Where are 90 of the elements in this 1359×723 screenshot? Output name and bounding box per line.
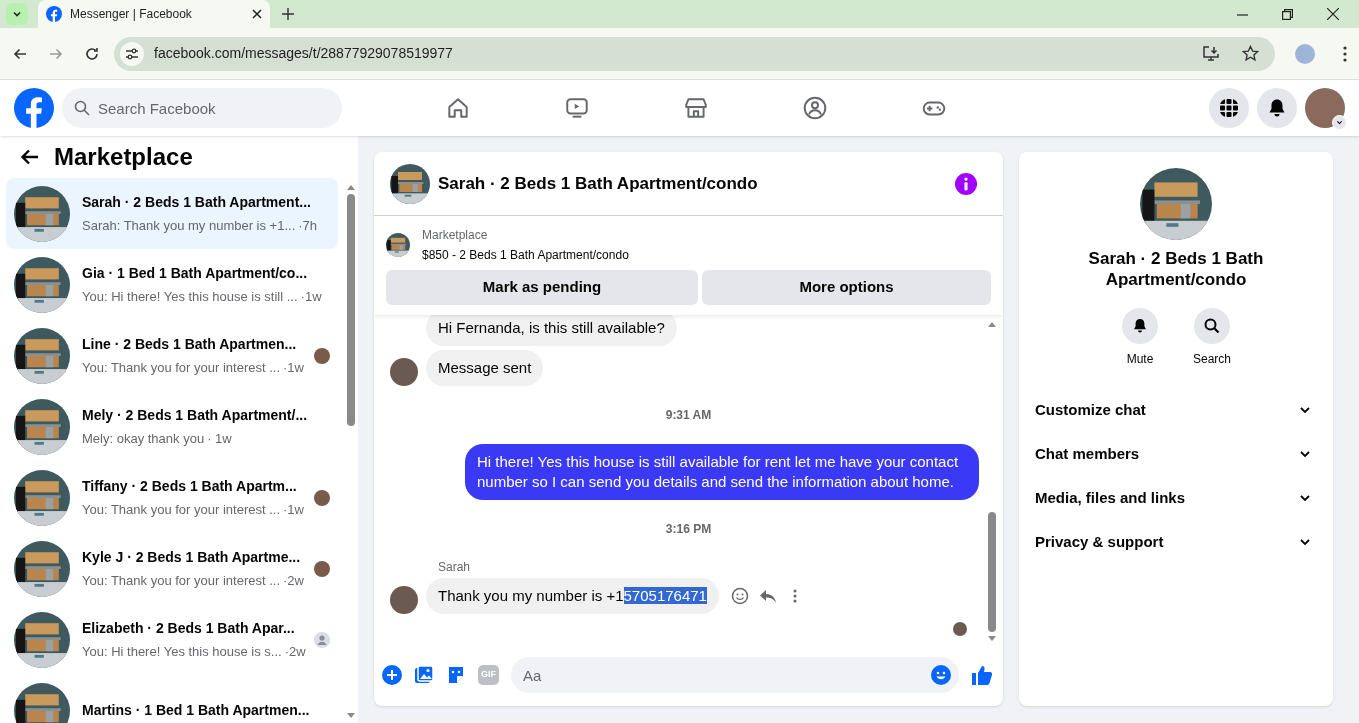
install-app-icon[interactable] (1202, 44, 1220, 63)
video-icon[interactable] (563, 95, 590, 121)
conversation-name: Tiffany · 2 Beds 1 Bath Apartm... (82, 476, 298, 496)
message-preview: You: Thank you for your interest ... (82, 571, 280, 590)
chat-title: Sarah · 2 Beds 1 Bath Apartment/condo (438, 172, 759, 195)
photo-icon[interactable] (414, 665, 434, 685)
chevron-down-icon[interactable] (1332, 115, 1347, 130)
facebook-logo-icon[interactable] (14, 88, 54, 128)
restore-icon[interactable] (1282, 8, 1293, 20)
thumbs-up-icon[interactable] (971, 664, 993, 686)
timestamp: 3:16 PM (665, 521, 712, 538)
emoji-icon[interactable] (931, 665, 951, 685)
message-preview: You: Thank you for your interest ... (82, 358, 280, 377)
message-bubble: Hi there! Yes this house is still available for rent let me have your contact number so I can send you details and send the information about home. (465, 444, 979, 500)
conversation-name: Mely · 2 Beds 1 Bath Apartment/... (82, 405, 309, 425)
seen-avatar (953, 622, 967, 636)
message-time: ·1w (283, 358, 304, 377)
more-menu-icon[interactable] (1343, 45, 1347, 62)
bell-icon (1122, 308, 1158, 344)
scrollbar-thumb[interactable] (346, 194, 355, 426)
message-time: ·2w (284, 642, 306, 661)
close-icon[interactable] (252, 9, 262, 19)
search-icon (1194, 308, 1230, 344)
url-text: facebook.com/messages/t/28877929078519977 (154, 44, 454, 63)
section-toggle[interactable]: Media, files and links (1027, 476, 1325, 520)
sidebar-title: Marketplace (54, 142, 193, 172)
plus-icon[interactable] (382, 665, 402, 685)
browser-tab[interactable]: Messenger | Facebook (38, 0, 270, 28)
timestamp: 9:31 AM (665, 407, 712, 424)
section-toggle[interactable]: Customize chat (1027, 388, 1325, 432)
menu-icon[interactable] (1209, 88, 1249, 128)
search-icon (74, 100, 90, 116)
bell-icon[interactable] (1257, 88, 1297, 128)
marketplace-icon[interactable] (682, 95, 709, 121)
conversation-name: Kyle J · 2 Beds 1 Bath Apartme... (82, 547, 302, 567)
sender-name: Sarah (438, 559, 472, 576)
chat-action-button[interactable]: Mute (1112, 308, 1168, 368)
message-time: ·1w (300, 287, 322, 306)
tab-title: Messenger | Facebook (70, 6, 193, 23)
profile-avatar (1295, 43, 1315, 64)
conversation-item[interactable]: Sarah · 2 Beds 1 Bath Apartment... Sarah: Thank you my number is +1... ·7h (6, 178, 338, 249)
info-icon[interactable] (955, 172, 977, 195)
site-settings-icon[interactable] (120, 41, 144, 66)
message-time: · 1w (207, 429, 232, 448)
default-avatar-icon (314, 631, 330, 648)
scroll-down-icon[interactable] (988, 636, 996, 642)
message-input[interactable]: Aa (511, 657, 959, 693)
profile-avatar (1305, 88, 1345, 128)
section-toggle[interactable]: Chat members (1027, 432, 1325, 476)
address-bar[interactable]: facebook.com/messages/t/28877929078519977 (114, 36, 1275, 71)
emoji-icon[interactable] (730, 587, 749, 605)
message-time: ·2w (283, 571, 304, 590)
sticker-icon[interactable] (446, 665, 466, 685)
scroll-up-icon[interactable] (988, 321, 996, 327)
bookmark-star-icon[interactable] (1242, 45, 1259, 62)
message-bubble: Thank you my number is +15705176471 (426, 578, 719, 614)
listing-label: Marketplace (422, 227, 489, 244)
scroll-down-icon[interactable] (346, 713, 355, 719)
details-title: Sarah · 2 Beds 1 Bath Apartment/condo (1087, 248, 1265, 290)
facebook-logo-icon (46, 6, 62, 22)
message-bubble: Message sent (426, 350, 544, 386)
message-preview: You: Thank you for your interest ... (82, 500, 280, 519)
message-time: ·1w (283, 500, 304, 519)
message-time: ·7h (298, 216, 318, 235)
back-arrow-icon[interactable] (20, 147, 40, 167)
chat-action-button[interactable]: Search (1184, 308, 1240, 368)
section-toggle[interactable]: Privacy & support (1027, 520, 1325, 564)
tab-search-icon[interactable] (6, 3, 28, 25)
new-tab-icon[interactable] (282, 8, 294, 20)
more-options-icon[interactable] (792, 589, 797, 603)
message-bubble: Hi Fernanda, is this still available? (426, 315, 677, 346)
message-preview: You: Hi there! Yes this house is s... (82, 642, 282, 661)
message-preview: You: Hi there! Yes this house is still ... (82, 287, 298, 306)
conversation-name: Sarah · 2 Beds 1 Bath Apartment... (82, 192, 312, 212)
action-button[interactable]: More options (702, 270, 991, 305)
reload-icon[interactable] (84, 45, 100, 62)
conversation-name: Elizabeth · 2 Beds 1 Bath Apar... (82, 618, 296, 638)
conversation-name: Martins · 1 Bed 1 Bath Apartmen... (82, 701, 311, 720)
message-preview: Sarah: Thank you my number is +1... (82, 216, 296, 235)
message-preview: Mely: okay thank you (82, 429, 205, 448)
search-field[interactable]: Search Facebook (62, 88, 342, 128)
conversation-name: Gia · 1 Bed 1 Bath Apartment/co... (82, 263, 309, 283)
scrollbar-thumb[interactable] (988, 512, 996, 632)
close-icon[interactable] (1327, 8, 1339, 20)
reply-icon[interactable] (758, 587, 777, 605)
listing-title: $850 - 2 Beds 1 Bath Apartment/condo (422, 247, 629, 264)
groups-icon[interactable] (801, 95, 828, 121)
scroll-up-icon[interactable] (346, 184, 355, 190)
conversation-name: Line · 2 Beds 1 Bath Apartmen... (82, 334, 298, 354)
action-button[interactable]: Mark as pending (386, 270, 698, 305)
